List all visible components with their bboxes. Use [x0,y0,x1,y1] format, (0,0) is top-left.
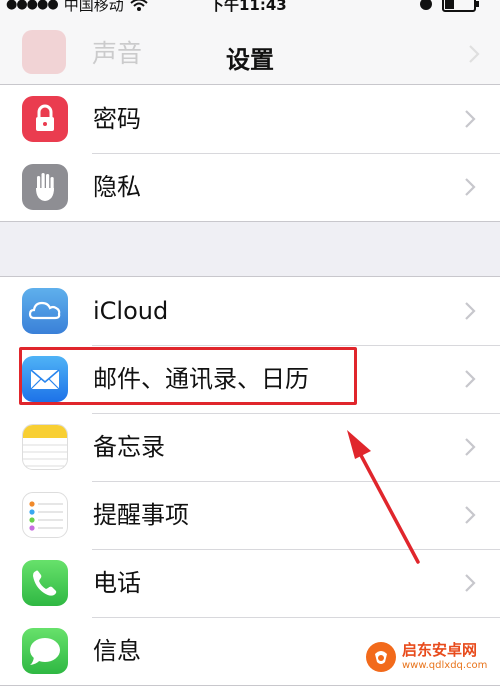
settings-group-security: 密码 隐私 [0,84,500,222]
settings-row-label: 备忘录 [93,433,165,461]
wifi-icon [130,0,148,11]
settings-row-icloud[interactable]: iCloud [0,277,500,345]
carrier-name: 中国移动 [63,0,124,14]
notes-icon [22,424,68,470]
cloud-icon [22,288,68,334]
message-bubble-icon [22,628,68,674]
status-time: 下午11:43 [209,0,287,14]
chevron-right-icon [465,438,476,456]
alarm-icon [420,0,432,10]
signal-strength-icon: ●●●●● [6,0,59,12]
settings-row-label: 密码 [93,105,141,133]
chevron-right-icon [465,574,476,592]
watermark-title: 启东安卓网 [402,641,478,659]
watermark-text: 启东安卓网 www.qdlxdq.com [402,643,487,671]
settings-row-label: 信息 [93,637,141,665]
chevron-right-icon [465,370,476,388]
settings-row-notes[interactable]: 备忘录 [0,413,500,481]
reminders-icon [22,492,68,538]
settings-row-privacy[interactable]: 隐私 [0,153,500,221]
annotation-highlight-box [19,347,357,405]
chevron-right-icon [465,110,476,128]
page-title: 设置 [226,46,274,74]
settings-group-apps: iCloud 邮件、通讯录、日历 备忘录 提醒事项 电话 信息 [0,276,500,686]
settings-row-label: 提醒事项 [93,501,189,529]
status-right [420,0,479,12]
settings-row-label: 电话 [93,569,141,597]
battery-icon [442,0,479,12]
navigation-bar: 声音 设置 [0,18,500,91]
status-bar: ●●●●● 中国移动 下午11:43 [0,0,500,18]
chevron-right-icon [465,302,476,320]
lock-icon [22,96,68,142]
phone-icon [22,560,68,606]
settings-row-phone[interactable]: 电话 [0,549,500,617]
chevron-right-icon [465,178,476,196]
watermark: 启东安卓网 www.qdlxdq.com [364,637,496,677]
status-left: ●●●●● 中国移动 [6,0,148,15]
settings-row-label: 隐私 [93,173,141,201]
watermark-logo-icon [366,642,396,672]
watermark-url: www.qdlxdq.com [402,660,488,671]
chevron-right-icon [465,506,476,524]
settings-row-label: iCloud [93,297,169,325]
hand-icon [22,164,68,210]
settings-row-reminders[interactable]: 提醒事项 [0,481,500,549]
settings-row-passcode[interactable]: 密码 [0,85,500,153]
